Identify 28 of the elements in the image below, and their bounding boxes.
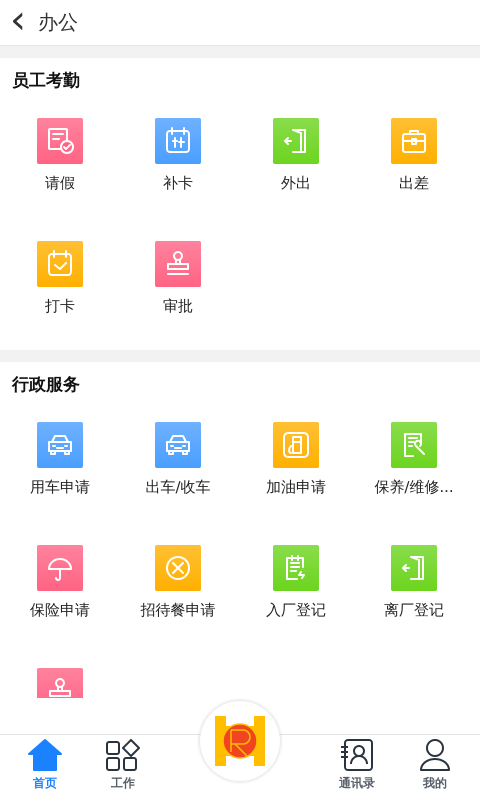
- grid-icon: [106, 739, 140, 771]
- app-label: 招待餐申请: [140, 600, 216, 620]
- section-title: 员工考勤: [11, 70, 81, 93]
- app-label: 加油申请: [266, 477, 326, 497]
- app-label: 补卡: [163, 173, 193, 193]
- nav-tab[interactable]: 首页: [0, 735, 90, 800]
- home-icon: [28, 739, 62, 771]
- nav-tab[interactable]: 通讯录: [324, 735, 390, 800]
- back-button[interactable]: ‹: [10, 0, 26, 40]
- app-label: 离厂登记: [384, 600, 444, 620]
- page-title: 办公: [38, 9, 78, 36]
- logo-icon: [215, 716, 265, 766]
- app-label: 请假: [45, 173, 75, 193]
- app-label: 保险申请: [30, 600, 90, 620]
- app-label: 保养/维修...: [374, 477, 454, 497]
- app-label: 打卡: [45, 296, 75, 316]
- app-label: 外出: [281, 173, 311, 193]
- app-label: 用车申请: [30, 477, 90, 497]
- app-label: 审批: [163, 296, 193, 316]
- section-title: 行政服务: [10, 374, 81, 397]
- nav-tab[interactable]: 工作: [90, 735, 156, 800]
- logo-button[interactable]: [200, 701, 280, 781]
- person-icon: [418, 739, 452, 771]
- app-label: 出差: [399, 173, 429, 193]
- contact-book-icon: [340, 739, 374, 771]
- app-label: 出车/收车: [145, 477, 211, 497]
- app-label: 入厂登记: [266, 600, 326, 620]
- nav-tab[interactable]: 我的: [390, 735, 480, 800]
